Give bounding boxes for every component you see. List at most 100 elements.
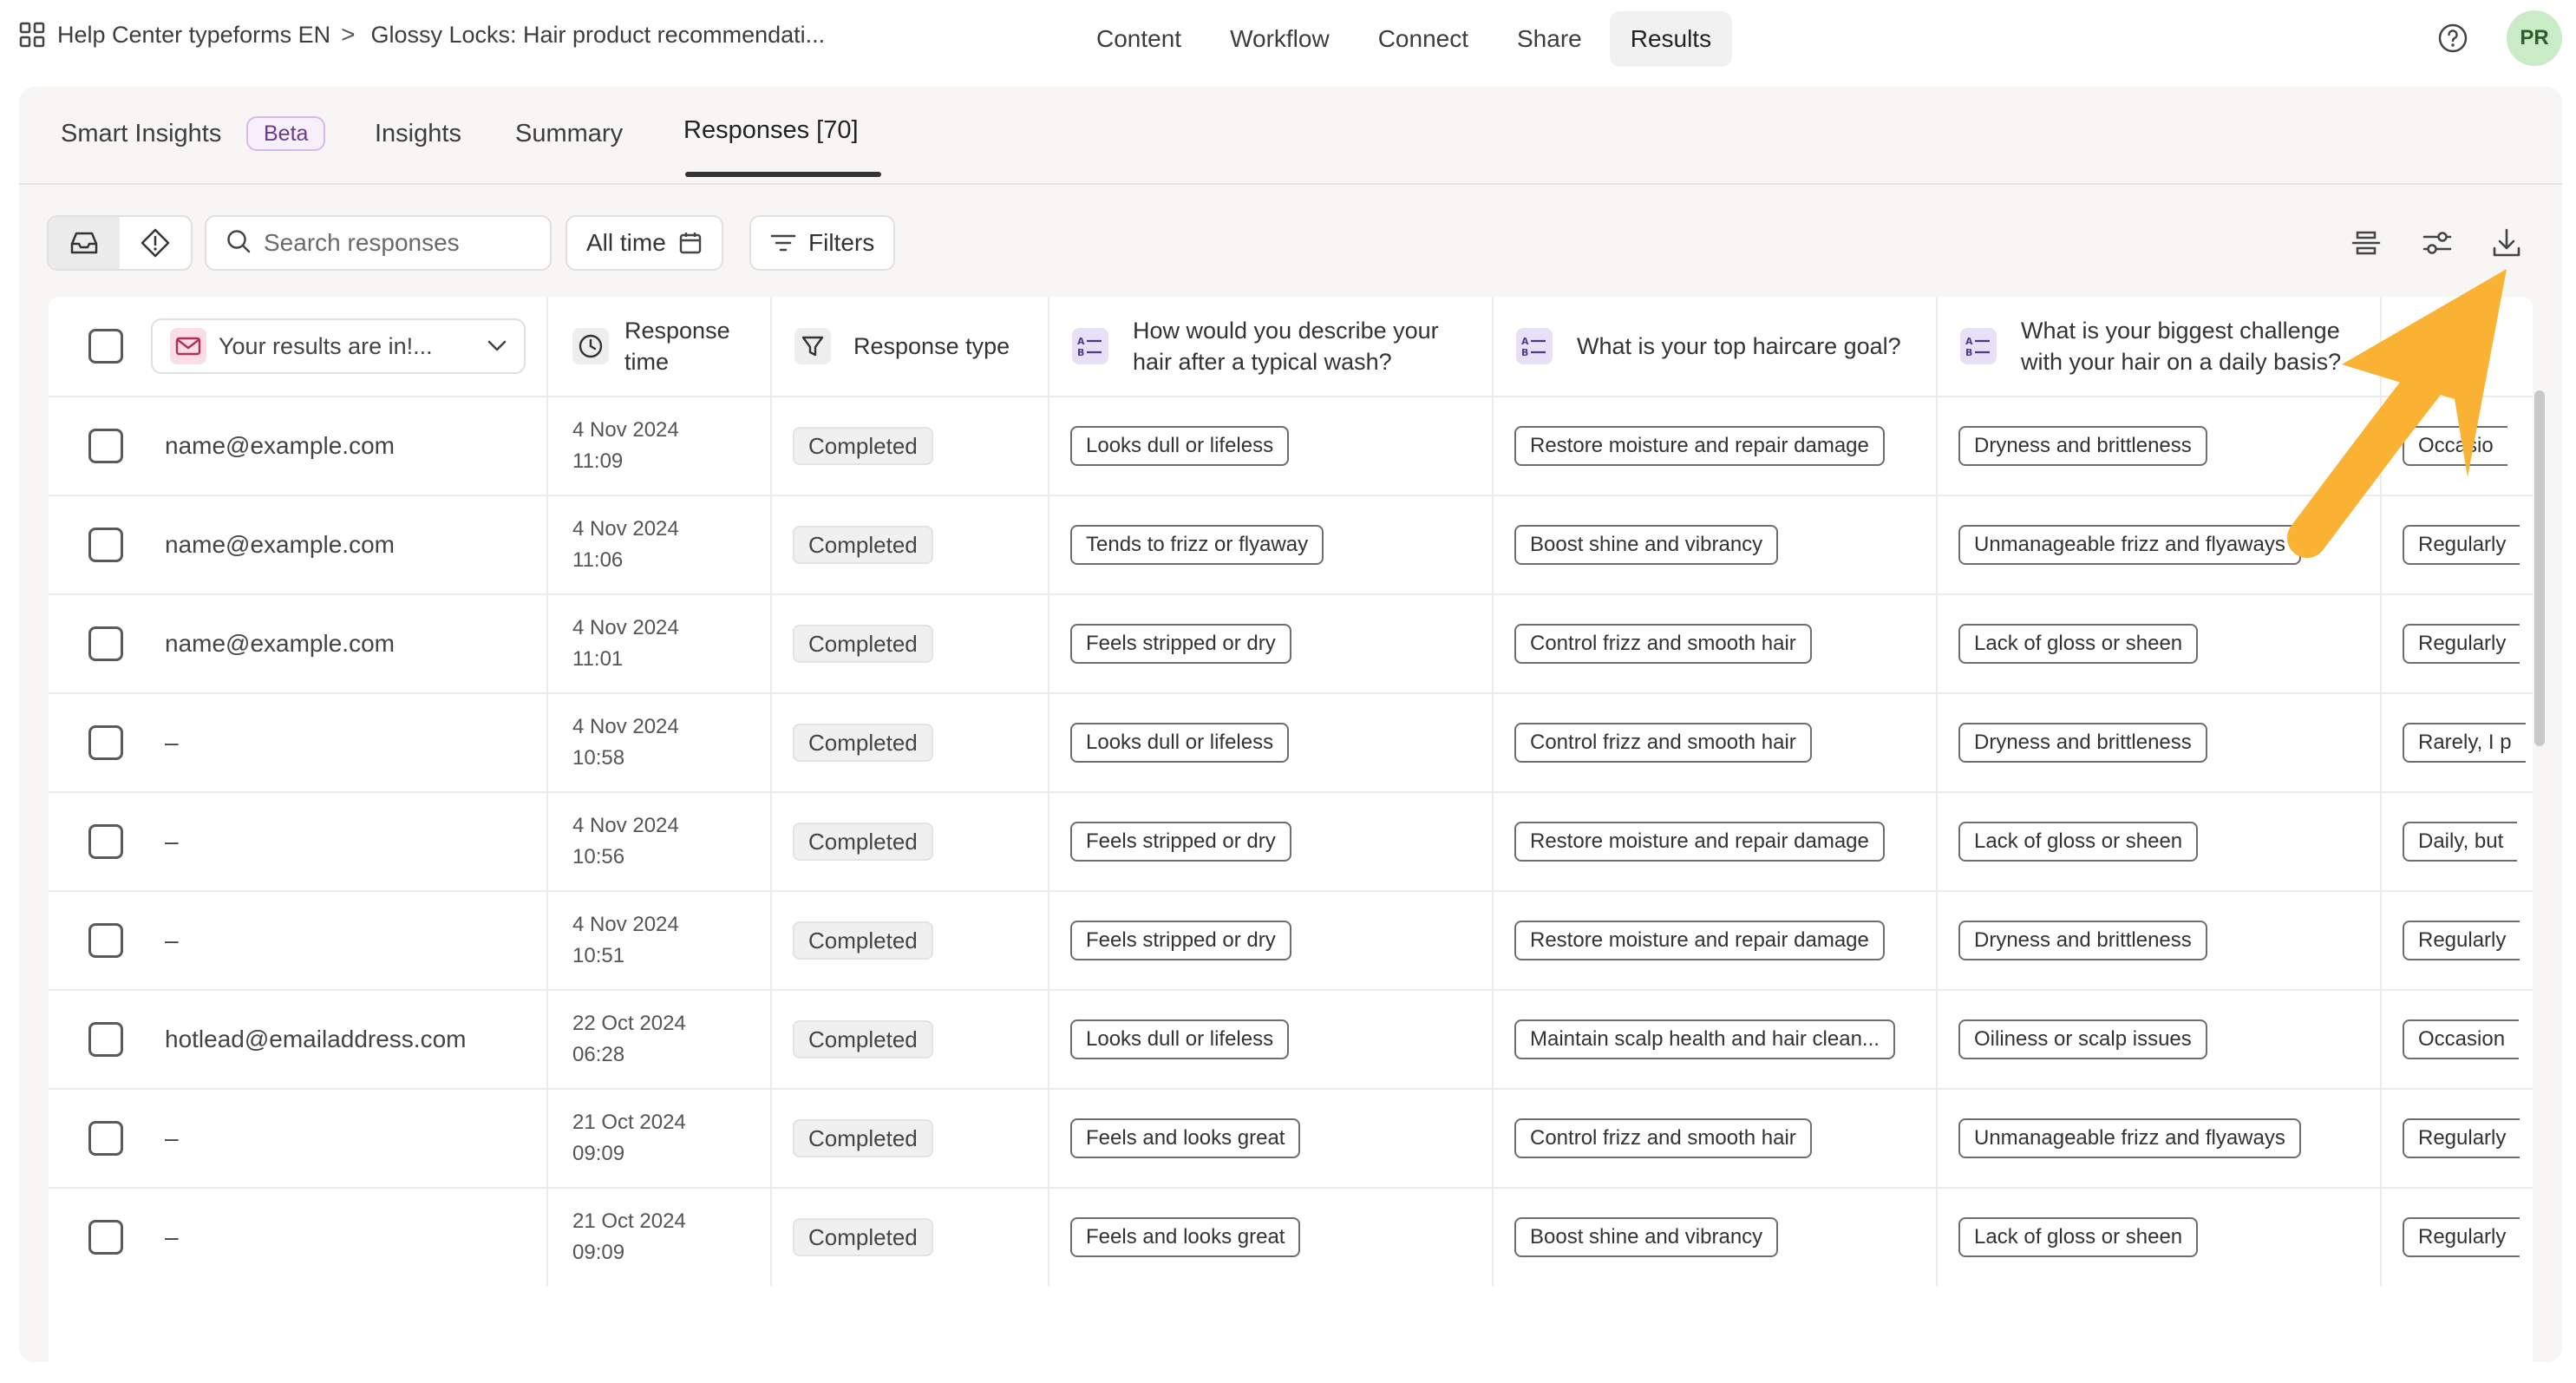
answer-q4-cell: Daily, but — [2382, 793, 2533, 890]
header-response-type[interactable]: Response type — [772, 297, 1049, 396]
row-select-cell: name@example.com — [49, 595, 548, 692]
header-question-2[interactable]: AB What is your top haircare goal? — [1494, 297, 1938, 396]
header-question-1[interactable]: AB How would you describe your hair afte… — [1049, 297, 1494, 396]
answer-q3: Lack of gloss or sheen — [1958, 1217, 2199, 1257]
header-question-4[interactable]: AB — [2382, 297, 2533, 396]
filters-button[interactable]: Filters — [749, 215, 896, 271]
answer-q2-cell: Boost shine and vibrancy — [1494, 496, 1938, 593]
answer-q2: Restore moisture and repair damage — [1514, 822, 1885, 862]
answer-q2-cell: Restore moisture and repair damage — [1494, 397, 1938, 495]
answer-q2-cell: Boost shine and vibrancy — [1494, 1189, 1938, 1286]
answer-q4: Regularly — [2403, 624, 2520, 664]
user-avatar[interactable]: PR — [2507, 10, 2562, 66]
svg-text:A: A — [1077, 336, 1085, 347]
answer-q2: Maintain scalp health and hair clean... — [1514, 1019, 1895, 1059]
inbox-view-icon[interactable] — [49, 217, 120, 269]
table-row[interactable]: name@example.com 4 Nov 2024 11:01 Comple… — [49, 593, 2533, 692]
table-row[interactable]: – 21 Oct 2024 09:09 Completed Feels and … — [49, 1187, 2533, 1286]
answer-q1-cell: Feels stripped or dry — [1049, 793, 1494, 890]
response-clock-time: 09:09 — [572, 1241, 625, 1264]
respondent-email: – — [165, 828, 179, 855]
results-select-dropdown[interactable]: Your results are in!... — [151, 318, 526, 374]
vertical-scrollbar[interactable] — [2534, 390, 2545, 746]
nav-results[interactable]: Results — [1609, 11, 1733, 67]
row-select-cell: name@example.com — [49, 496, 548, 593]
view-toggle — [47, 215, 193, 271]
search-input[interactable] — [264, 229, 541, 257]
svg-text:A: A — [1965, 336, 1973, 347]
answer-q4-cell: Occasio — [2382, 397, 2533, 495]
row-checkbox[interactable] — [88, 1022, 123, 1057]
help-icon[interactable] — [2437, 23, 2468, 54]
header-response-time[interactable]: Response time — [548, 297, 772, 396]
response-time-cell: 21 Oct 2024 09:09 — [548, 1189, 772, 1286]
answer-q1-cell: Feels stripped or dry — [1049, 892, 1494, 989]
table-row[interactable]: name@example.com 4 Nov 2024 11:09 Comple… — [49, 396, 2533, 495]
answer-q4-cell: Regularly — [2382, 1090, 2533, 1187]
breadcrumb-form-title[interactable]: Glossy Locks: Hair product recommendati.… — [370, 22, 825, 49]
answer-q1: Looks dull or lifeless — [1070, 426, 1290, 466]
tab-insights[interactable]: Insights — [375, 120, 461, 148]
answer-q2: Control frizz and smooth hair — [1514, 624, 1812, 664]
answer-q2: Restore moisture and repair damage — [1514, 426, 1885, 466]
header-question-1-label: How would you describe your hair after a… — [1133, 318, 1439, 375]
answer-q2-cell: Control frizz and smooth hair — [1494, 595, 1938, 692]
table-row[interactable]: hotlead@emailaddress.com 22 Oct 2024 06:… — [49, 989, 2533, 1088]
answer-q4-cell: Regularly — [2382, 595, 2533, 692]
status-badge: Completed — [793, 1218, 933, 1256]
row-checkbox[interactable] — [88, 1220, 123, 1255]
response-type-cell: Completed — [772, 496, 1049, 593]
nav-content[interactable]: Content — [1076, 11, 1202, 67]
respondent-email: – — [165, 1124, 179, 1151]
settings-sliders-icon[interactable] — [2420, 226, 2455, 260]
row-checkbox[interactable] — [88, 923, 123, 958]
answer-q2-cell: Maintain scalp health and hair clean... — [1494, 991, 1938, 1088]
nav-workflow[interactable]: Workflow — [1209, 11, 1350, 67]
response-clock-time: 10:56 — [572, 845, 625, 868]
row-density-icon[interactable] — [2349, 226, 2383, 260]
svg-text:B: B — [2409, 347, 2416, 357]
answer-q3: Dryness and brittleness — [1958, 426, 2207, 466]
table-row[interactable]: – 4 Nov 2024 10:51 Completed Feels strip… — [49, 890, 2533, 989]
nav-share[interactable]: Share — [1496, 11, 1603, 67]
response-clock-time: 11:09 — [572, 449, 624, 473]
answer-q3-cell: Dryness and brittleness — [1938, 694, 2382, 791]
row-select-cell: – — [49, 793, 548, 890]
respondent-email: – — [165, 729, 179, 756]
partial-responses-icon[interactable] — [120, 217, 191, 269]
nav-connect[interactable]: Connect — [1357, 11, 1489, 67]
header-question-3[interactable]: AB What is your biggest challenge with y… — [1938, 297, 2382, 396]
search-box — [205, 215, 552, 271]
download-icon[interactable] — [2489, 226, 2524, 260]
response-time-cell: 4 Nov 2024 11:09 — [548, 397, 772, 495]
tab-smart-insights[interactable]: Smart Insights — [61, 120, 221, 148]
apps-grid-icon[interactable] — [19, 22, 45, 48]
table-row[interactable]: – 4 Nov 2024 10:58 Completed Looks dull … — [49, 692, 2533, 791]
answer-q1: Feels and looks great — [1070, 1217, 1301, 1257]
select-all-checkbox[interactable] — [88, 329, 123, 364]
row-checkbox[interactable] — [88, 725, 123, 760]
row-checkbox[interactable] — [88, 1121, 123, 1156]
row-checkbox[interactable] — [88, 429, 123, 463]
answer-q1: Feels stripped or dry — [1070, 624, 1291, 664]
row-checkbox[interactable] — [88, 528, 123, 562]
time-filter-button[interactable]: All time — [566, 215, 723, 271]
answer-q4-cell: Regularly — [2382, 892, 2533, 989]
response-clock-time: 11:06 — [572, 548, 624, 572]
row-checkbox[interactable] — [88, 824, 123, 859]
table-row[interactable]: name@example.com 4 Nov 2024 11:06 Comple… — [49, 495, 2533, 593]
answer-q4: Regularly — [2403, 525, 2520, 565]
svg-text:B: B — [1965, 347, 1972, 357]
breadcrumb-workspace[interactable]: Help Center typeforms EN — [57, 22, 330, 49]
row-select-cell: – — [49, 1189, 548, 1286]
tab-responses[interactable]: Responses [70] — [683, 116, 859, 145]
row-checkbox[interactable] — [88, 626, 123, 661]
tab-summary[interactable]: Summary — [515, 120, 623, 148]
table-row[interactable]: – 4 Nov 2024 10:56 Completed Feels strip… — [49, 791, 2533, 890]
status-badge: Completed — [793, 823, 933, 861]
multiple-choice-icon: AB — [1960, 328, 1997, 364]
table-row[interactable]: – 21 Oct 2024 09:09 Completed Feels and … — [49, 1088, 2533, 1187]
respondent-email: name@example.com — [165, 432, 395, 459]
answer-q2-cell: Restore moisture and repair damage — [1494, 793, 1938, 890]
chevron-down-icon — [487, 340, 507, 352]
